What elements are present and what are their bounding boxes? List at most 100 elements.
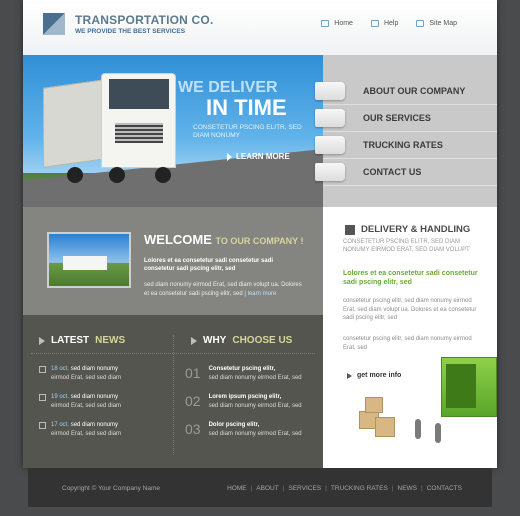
footer-link-home[interactable]: HOME: [227, 485, 247, 492]
delivery-text-2: consetetur pscing elitr, sed diam nonumy…: [343, 336, 472, 351]
menu-item-label: CONTACT US: [363, 167, 422, 177]
news-date: 18 oct.: [51, 366, 70, 372]
footer-link-services[interactable]: SERVICES: [288, 485, 321, 492]
checkbox-icon: [39, 394, 46, 401]
checkbox-icon: [39, 366, 46, 373]
footer-link-news[interactable]: NEWS: [398, 485, 418, 492]
news-body: eirmod Erat, sed sed diam: [51, 402, 122, 409]
truck-door: [446, 364, 476, 408]
nav-help-label: Help: [383, 20, 399, 27]
news-date: 17 oct.: [51, 422, 70, 428]
menu-tab-icon: [315, 136, 345, 154]
learn-more-label: LEARN MORE: [236, 152, 290, 161]
footer-link-contacts[interactable]: CONTACTS: [427, 485, 462, 492]
logo-title[interactable]: TRANSPORTATION CO.: [75, 13, 213, 27]
delivery-subtitle: CONSETETUR PSCING ELITR, SED DIAM NONUMY…: [343, 239, 470, 253]
news-text: 17 oct. sed diam nonumy eirmod Erat, sed…: [51, 421, 121, 438]
arrow-icon: [39, 336, 45, 345]
why-body: sed diam nonumy eirmod Erat, sed: [208, 430, 302, 437]
nav-sitemap-label: Site Map: [429, 20, 457, 27]
separator: |: [325, 485, 327, 492]
news-text: 19 oct. sed diam nonumy eirmod Erat, sed…: [51, 393, 121, 410]
news-link[interactable]: sed diam nonumy: [71, 394, 118, 400]
footer-link-rates[interactable]: TRUCKING RATES: [331, 485, 388, 492]
truck-windshield: [109, 79, 169, 109]
menu-item-contact[interactable]: CONTACT US: [315, 159, 497, 186]
why-title: WHY: [203, 335, 227, 346]
menu-tab-icon: [315, 109, 345, 127]
arrow-right-icon: [347, 372, 352, 379]
sitemap-icon: [416, 20, 425, 27]
news-item: 18 oct. sed diam nonumy eirmod Erat, sed…: [39, 365, 169, 382]
why-text: Consetetur pscing elitr, sed diam nonumy…: [209, 365, 302, 382]
why-item: 03 Dolor pscing elitr, sed diam nonumy e…: [185, 421, 315, 438]
news-why-section: LATEST NEWS WHY CHOOSE US 18 oct. sed di…: [23, 315, 323, 468]
why-item: 01 Consetetur pscing elitr, sed diam non…: [185, 365, 315, 382]
menu-tab-icon: [315, 163, 345, 181]
banner-slogan-line2: IN TIME: [206, 95, 287, 120]
worker-figure: [415, 419, 421, 439]
logo-icon[interactable]: [43, 13, 65, 35]
separator: |: [391, 485, 394, 492]
worker-figure: [435, 423, 441, 443]
page: TRANSPORTATION CO. WE PROVIDE THE BEST S…: [23, 0, 497, 468]
welcome-title-sub: TO OUR COMPANY !: [215, 236, 304, 246]
nav-sitemap[interactable]: Site Map: [416, 20, 457, 27]
footer-nav: HOME | ABOUT | SERVICES | TRUCKING RATES | N…: [227, 485, 462, 492]
truck-wheel: [67, 167, 83, 183]
separator: |: [421, 485, 423, 492]
welcome-title: WELCOME TO OUR COMPANY !: [144, 232, 304, 247]
news-link[interactable]: sed diam nonumy: [71, 366, 118, 372]
vertical-divider: [173, 335, 174, 455]
header: TRANSPORTATION CO. WE PROVIDE THE BEST S…: [23, 0, 497, 55]
footer: Copyright © Your Company Name HOME | ABOU…: [28, 468, 492, 507]
menu-item-about[interactable]: ABOUT OUR COMPANY: [315, 78, 497, 105]
nav-home-label: Home: [334, 20, 353, 27]
why-choose-heading: WHY CHOOSE US: [191, 335, 292, 346]
home-icon: [321, 20, 330, 27]
news-body: eirmod Erat, sed sed diam: [51, 374, 122, 381]
delivery-section: DELIVERY & HANDLING CONSETETUR PSCING EL…: [323, 207, 497, 468]
nav-help[interactable]: Help: [370, 20, 399, 27]
menu-item-rates[interactable]: TRUCKING RATES: [315, 132, 497, 159]
side-menu: ABOUT OUR COMPANY OUR SERVICES TRUCKING …: [315, 55, 497, 207]
menu-item-label: OUR SERVICES: [363, 113, 431, 123]
checkbox-icon: [39, 422, 46, 429]
truck-wheel: [155, 167, 171, 183]
menu-item-services[interactable]: OUR SERVICES: [315, 105, 497, 132]
why-text: Lorem ipsum pscing elitr, sed diam nonum…: [209, 393, 302, 410]
news-date: 19 oct.: [51, 394, 70, 400]
why-body: sed diam nonumy eirmod Erat, sed: [208, 402, 302, 409]
welcome-bold-text: Lolores et ea consetetur sadi consetetur…: [144, 258, 274, 272]
why-bold: Consetetur pscing elitr,: [208, 366, 276, 372]
get-more-info-button[interactable]: get more info: [347, 372, 401, 379]
delivery-text-1: consetetur pscing elitr, sed diam nonumy…: [343, 298, 477, 321]
welcome-section: WELCOME TO OUR COMPANY ! Lolores et ea c…: [23, 207, 323, 315]
menu-item-label: TRUCKING RATES: [363, 140, 443, 150]
footer-link-about[interactable]: ABOUT: [256, 485, 278, 492]
delivery-heading: DELIVERY & HANDLING: [345, 224, 470, 235]
truck-grille: [115, 123, 163, 143]
news-link[interactable]: sed diam nonumy: [71, 422, 118, 428]
nav-home[interactable]: Home: [321, 20, 353, 27]
why-title-em: CHOOSE US: [232, 335, 293, 346]
truck-wheel: [109, 167, 125, 183]
copyright: Copyright © Your Company Name: [62, 485, 161, 492]
learn-more-link[interactable]: learn more: [248, 291, 277, 297]
why-item: 02 Lorem ipsum pscing elitr, sed diam no…: [185, 393, 315, 410]
arrow-right-icon: [227, 152, 232, 161]
why-body: sed diam nonumy eirmod Erat, sed: [208, 374, 302, 381]
delivery-title: DELIVERY & HANDLING: [361, 224, 471, 235]
green-truck-image: [441, 357, 497, 417]
news-text: 18 oct. sed diam nonumy eirmod Erat, sed…: [51, 365, 121, 382]
news-item: 19 oct. sed diam nonumy eirmod Erat, sed…: [39, 393, 169, 410]
cardboard-boxes-image: [359, 397, 397, 439]
learn-more-button[interactable]: LEARN MORE: [227, 152, 290, 161]
hero-banner: WE DELIVER IN TIME CONSETETUR PSCING ELI…: [23, 55, 323, 207]
banner-slogan-text: CONSETETUR PSCING ELITR, SED DIAM NONUMY: [193, 124, 302, 139]
help-icon: [370, 20, 379, 27]
delivery-green-text: Lolores et ea consetetur sadi consetetur…: [343, 270, 478, 286]
why-number: 03: [185, 421, 201, 437]
get-more-label: get more info: [357, 372, 402, 379]
why-bold: Lorem ipsum pscing elitr,: [208, 394, 282, 400]
